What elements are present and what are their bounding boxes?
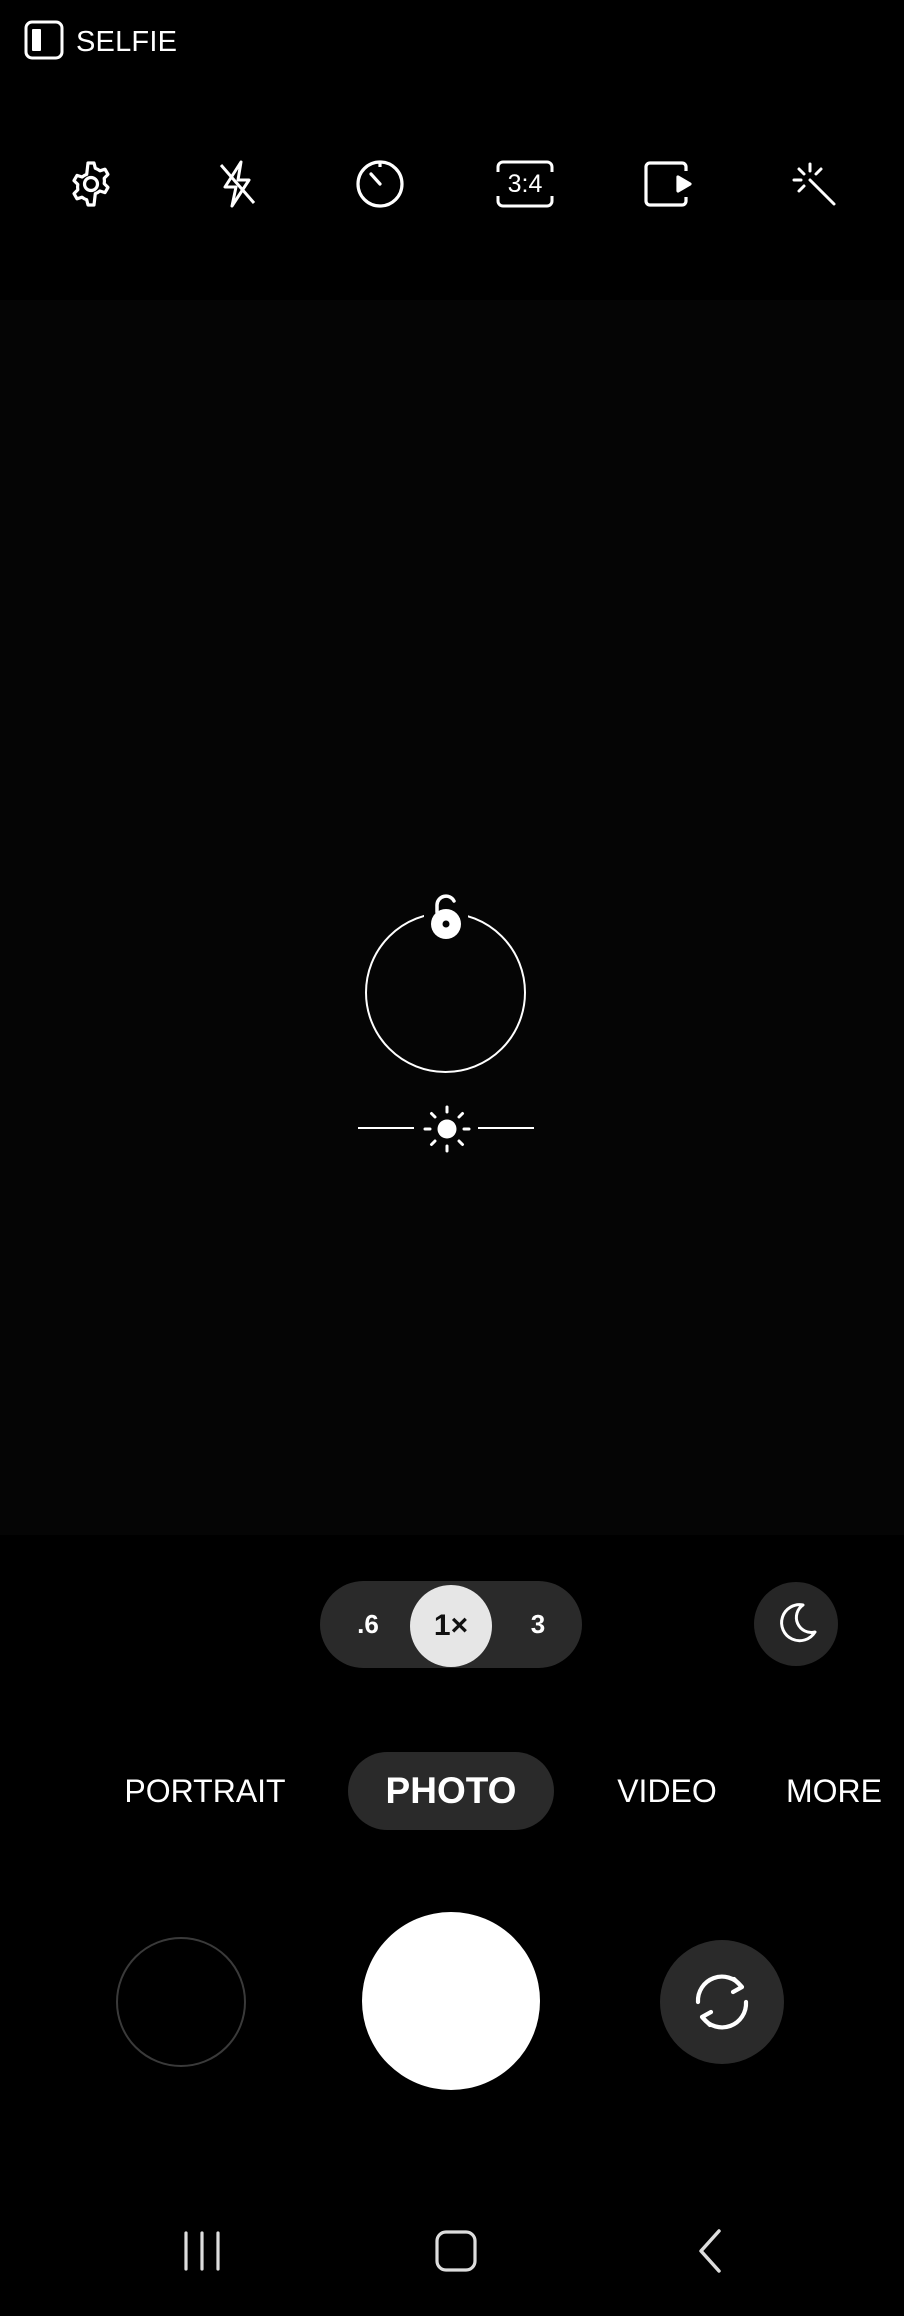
switch-camera-icon — [689, 1971, 755, 2033]
brightness-track-right — [478, 1127, 534, 1129]
mode-photo[interactable]: PHOTO — [348, 1752, 554, 1830]
recents-icon[interactable] — [162, 2216, 242, 2286]
shutter-button[interactable] — [362, 1912, 540, 2090]
gallery-thumbnail[interactable] — [116, 1937, 246, 2067]
selfie-label: SELFIE — [76, 26, 178, 58]
timer-icon[interactable] — [350, 154, 410, 214]
motion-photo-icon[interactable] — [638, 154, 698, 214]
zoom-3-button[interactable]: 3 — [510, 1581, 566, 1668]
magic-wand-icon[interactable] — [784, 154, 844, 214]
night-mode-button[interactable] — [754, 1582, 838, 1666]
mode-more[interactable]: MORE — [784, 1752, 884, 1830]
mode-video[interactable]: VIDEO — [612, 1752, 722, 1830]
switch-camera-button[interactable] — [660, 1940, 784, 2064]
home-icon[interactable] — [416, 2216, 496, 2286]
sun-icon[interactable] — [422, 1104, 472, 1154]
flash-off-icon[interactable] — [207, 154, 267, 214]
zoom-1x-button[interactable]: 1× — [410, 1585, 492, 1667]
zoom-0.6-button[interactable]: .6 — [340, 1581, 396, 1668]
brightness-track-left — [358, 1127, 414, 1129]
gear-icon[interactable] — [61, 154, 121, 214]
aspect-ratio-button[interactable]: 3:4 — [494, 154, 556, 214]
selfie-frame-icon[interactable] — [24, 20, 64, 60]
unlock-icon[interactable] — [422, 890, 470, 942]
mode-portrait[interactable]: PORTRAIT — [120, 1752, 290, 1830]
moon-icon — [773, 1601, 819, 1647]
back-icon[interactable] — [670, 2216, 750, 2286]
aspect-ratio-label: 3:4 — [507, 169, 543, 198]
